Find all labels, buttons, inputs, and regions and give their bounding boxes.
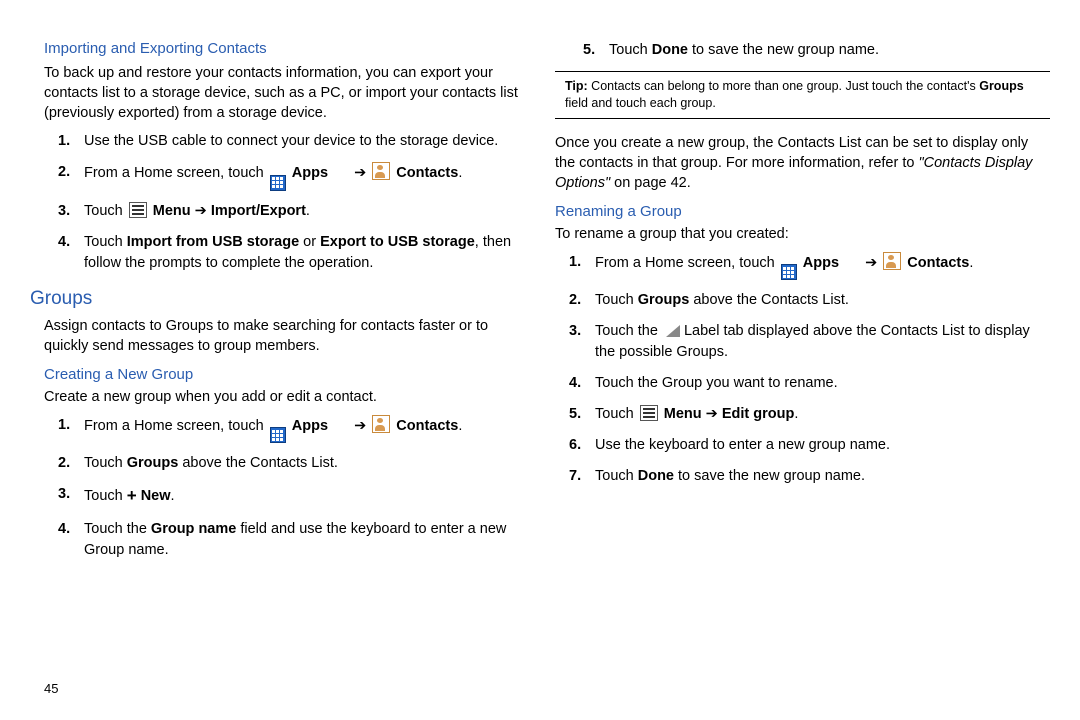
label-contacts: Contacts xyxy=(907,255,969,271)
text: Touch xyxy=(84,203,127,219)
label-apps: Apps xyxy=(292,418,328,434)
tip-box: Tip: Contacts can belong to more than on… xyxy=(555,71,1050,119)
text: above the Contacts List. xyxy=(178,455,338,471)
heading-create-group: Creating a New Group xyxy=(44,366,525,383)
paragraph-create-intro: Create a new group when you add or edit … xyxy=(44,387,525,407)
label-new: New xyxy=(141,488,171,504)
text: to save the new group name. xyxy=(674,468,865,484)
label-done: Done xyxy=(638,468,674,484)
tip-label: Tip: xyxy=(565,79,588,93)
page-number: 45 xyxy=(44,681,58,696)
step-7: Touch Done to save the new group name. xyxy=(595,466,1050,487)
heading-rename-group: Renaming a Group xyxy=(555,203,1050,220)
menu-icon xyxy=(129,202,147,218)
label-contacts: Contacts xyxy=(396,418,458,434)
step-1: From a Home screen, touch Apps ➔ Contact… xyxy=(595,252,1050,281)
contacts-icon xyxy=(372,415,390,433)
label-contacts: Contacts xyxy=(396,165,458,181)
text: on page 42. xyxy=(610,175,691,191)
text: Touch the xyxy=(595,323,662,339)
apps-icon xyxy=(270,427,286,443)
step-3: Touch + New. xyxy=(84,484,525,509)
label-export-usb: Export to USB storage xyxy=(320,234,475,250)
text: Touch the xyxy=(84,521,151,537)
step-2: From a Home screen, touch Apps ➔ Contact… xyxy=(84,162,525,191)
plus-icon: + xyxy=(127,486,137,505)
text: Touch xyxy=(595,292,638,308)
label-apps: Apps xyxy=(292,165,328,181)
label-menu: Menu xyxy=(153,203,191,219)
heading-groups: Groups xyxy=(30,288,525,310)
step-4: Touch Import from USB storage or Export … xyxy=(84,232,525,274)
step-5: Touch Done to save the new group name. xyxy=(609,40,1050,61)
right-column: Touch Done to save the new group name. T… xyxy=(555,40,1050,571)
list-rename-steps: From a Home screen, touch Apps ➔ Contact… xyxy=(555,252,1050,488)
text: above the Contacts List. xyxy=(689,292,849,308)
step-6: Use the keyboard to enter a new group na… xyxy=(595,435,1050,456)
text: Touch xyxy=(84,234,127,250)
text: Touch xyxy=(595,406,638,422)
label-groups: Groups xyxy=(979,79,1023,93)
paragraph-groups-intro: Assign contacts to Groups to make search… xyxy=(44,316,525,356)
text: From a Home screen, touch xyxy=(84,418,268,434)
step-4: Touch the Group you want to rename. xyxy=(595,373,1050,394)
paragraph-after-tip: Once you create a new group, the Contact… xyxy=(555,133,1050,193)
label-menu: Menu xyxy=(664,406,702,422)
left-column: Importing and Exporting Contacts To back… xyxy=(30,40,525,571)
text: field and touch each group. xyxy=(565,96,716,110)
label-apps: Apps xyxy=(803,255,839,271)
menu-icon xyxy=(640,405,658,421)
arrow: ➔ xyxy=(195,203,211,219)
step-5: Touch Menu ➔ Edit group. xyxy=(595,404,1050,425)
paragraph-rename-intro: To rename a group that you created: xyxy=(555,224,1050,244)
heading-import-export: Importing and Exporting Contacts xyxy=(44,40,525,57)
label-import-export: Import/Export xyxy=(211,203,306,219)
list-create-steps: From a Home screen, touch Apps ➔ Contact… xyxy=(44,415,525,561)
step-2: Touch Groups above the Contacts List. xyxy=(84,453,525,474)
step-3: Touch the Label tab displayed above the … xyxy=(595,321,1050,363)
apps-icon xyxy=(781,264,797,280)
text: Contacts can belong to more than one gro… xyxy=(588,79,980,93)
contacts-icon xyxy=(883,252,901,270)
text: to save the new group name. xyxy=(688,42,879,58)
text: From a Home screen, touch xyxy=(84,165,268,181)
arrow: ➔ xyxy=(706,406,722,422)
label-tab-icon xyxy=(662,323,680,337)
step-4: Touch the Group name field and use the k… xyxy=(84,519,525,561)
label-groups: Groups xyxy=(127,455,179,471)
label-groups: Groups xyxy=(638,292,690,308)
apps-icon xyxy=(270,175,286,191)
text: Touch xyxy=(84,455,127,471)
step-1: From a Home screen, touch Apps ➔ Contact… xyxy=(84,415,525,444)
text: Touch xyxy=(84,488,127,504)
label-import-usb: Import from USB storage xyxy=(127,234,299,250)
manual-page: Importing and Exporting Contacts To back… xyxy=(0,0,1080,581)
text: Touch xyxy=(595,468,638,484)
label-group-name: Group name xyxy=(151,521,236,537)
list-import-steps: Use the USB cable to connect your device… xyxy=(44,131,525,274)
step-1: Use the USB cable to connect your device… xyxy=(84,131,525,152)
list-create-steps-cont: Touch Done to save the new group name. xyxy=(569,40,1050,61)
text: From a Home screen, touch xyxy=(595,255,779,271)
label-edit-group: Edit group xyxy=(722,406,795,422)
paragraph-import-intro: To back up and restore your contacts inf… xyxy=(44,63,525,123)
label-done: Done xyxy=(652,42,688,58)
contacts-icon xyxy=(372,162,390,180)
step-2: Touch Groups above the Contacts List. xyxy=(595,290,1050,311)
text: or xyxy=(299,234,320,250)
step-3: Touch Menu ➔ Import/Export. xyxy=(84,201,525,222)
text: Touch xyxy=(609,42,652,58)
